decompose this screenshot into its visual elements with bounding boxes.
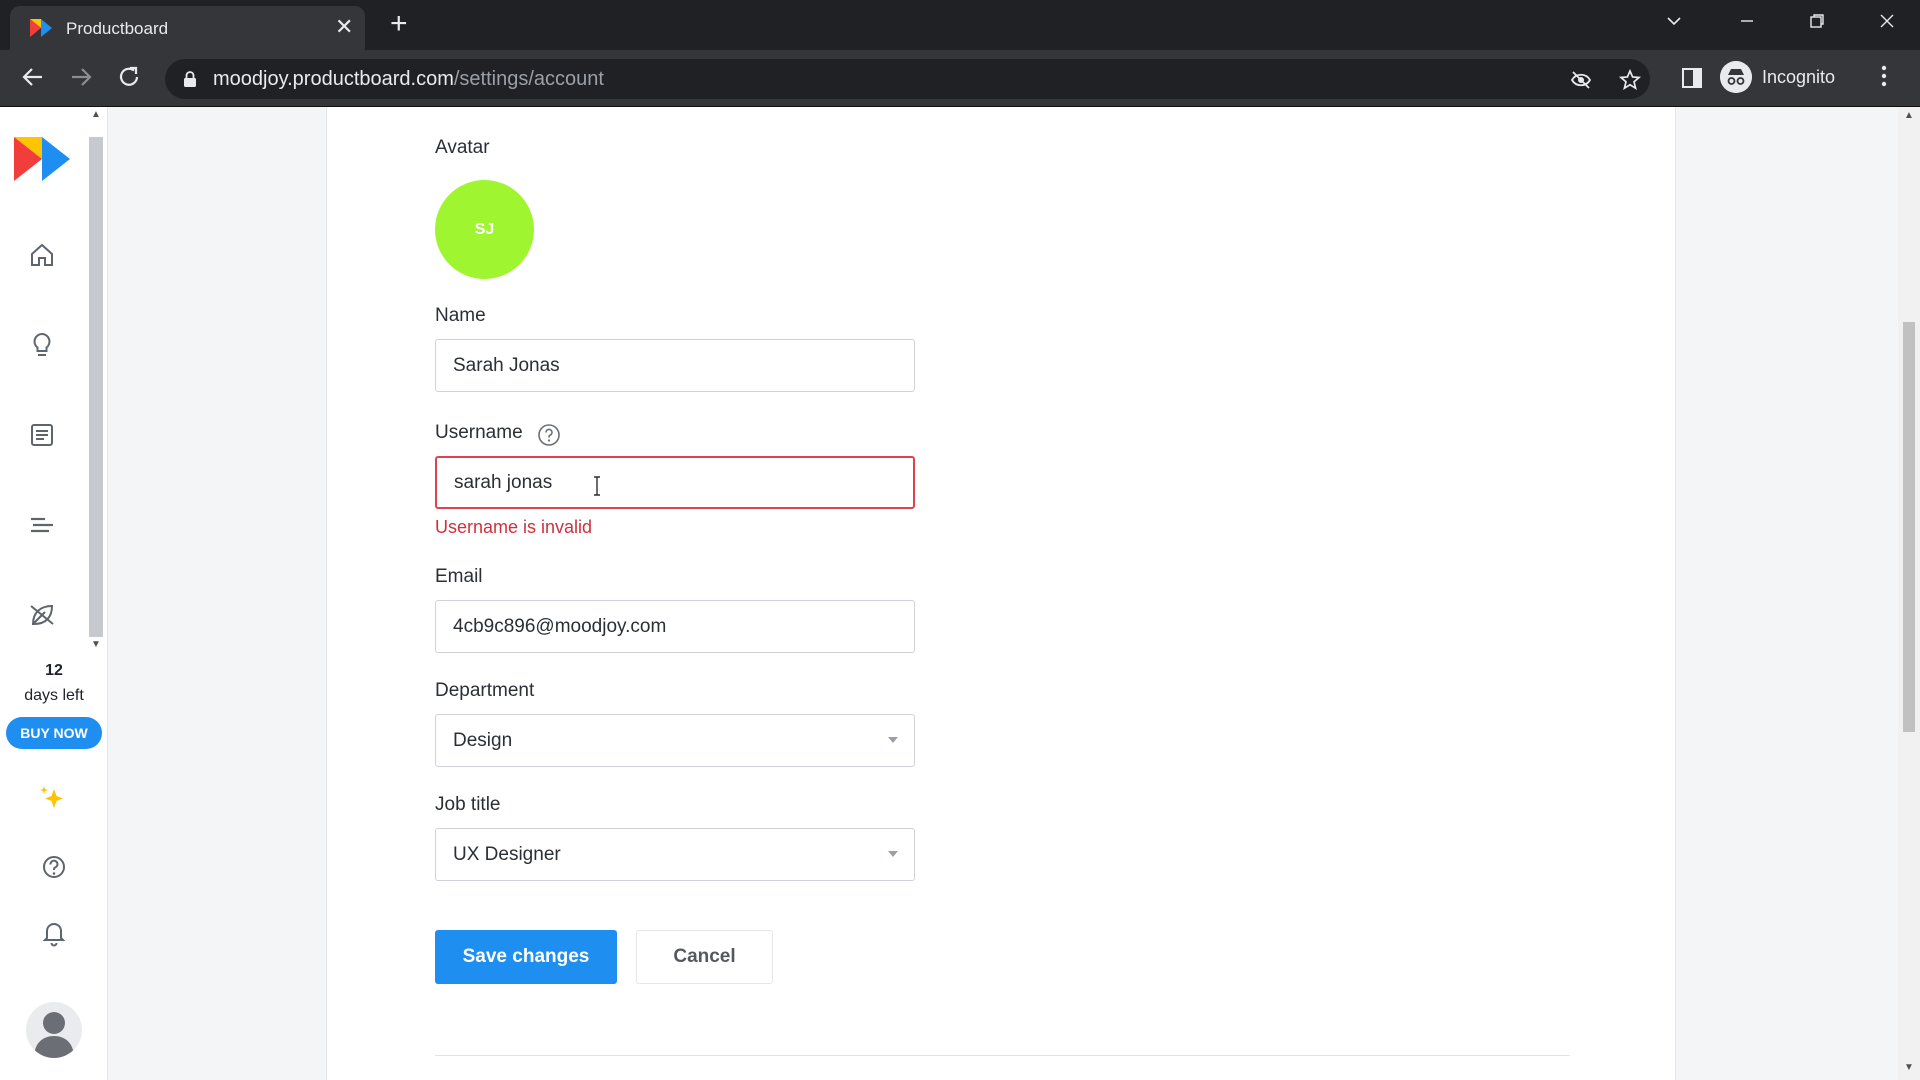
side-panel-icon[interactable] <box>1680 66 1704 90</box>
address-bar[interactable]: moodjoy.productboard.com/settings/accoun… <box>165 59 1650 99</box>
department-select[interactable]: Design <box>435 714 915 767</box>
avatar-label: Avatar <box>435 137 490 158</box>
name-label: Name <box>435 305 486 326</box>
username-error-message: Username is invalid <box>435 517 593 537</box>
browser-menu-icon[interactable] <box>1880 64 1888 88</box>
username-help-icon[interactable] <box>537 423 561 447</box>
url-host: moodjoy.productboard.com <box>213 68 454 90</box>
notifications-bell-icon[interactable] <box>40 919 68 947</box>
username-input-value: sarah jonas <box>454 471 553 493</box>
page-scroll-thumb[interactable] <box>1903 322 1915 732</box>
lock-icon <box>184 71 196 87</box>
job-title-select[interactable]: UX Designer <box>435 828 915 881</box>
minimize-icon[interactable] <box>1738 12 1756 30</box>
bookmark-star-icon[interactable] <box>1618 68 1642 92</box>
trial-days-count: 12 <box>45 662 63 679</box>
email-input-value: 4cb9c896@moodjoy.com <box>453 615 667 637</box>
job-title-label: Job title <box>435 794 501 815</box>
incognito-icon <box>1720 61 1752 93</box>
productboard-logo-icon[interactable] <box>14 137 70 181</box>
nav-scrollbar[interactable]: ▲ ▼ <box>85 107 107 657</box>
close-window-icon[interactable] <box>1878 12 1896 30</box>
email-label: Email <box>435 566 483 587</box>
insights-lightbulb-icon[interactable] <box>28 331 56 359</box>
username-label: Username <box>435 422 523 443</box>
help-icon[interactable] <box>40 853 68 881</box>
profile-avatar[interactable]: SJ <box>435 180 534 279</box>
department-select-value: Design <box>453 729 513 751</box>
name-input[interactable]: Sarah Jonas <box>435 339 915 392</box>
email-input[interactable]: 4cb9c896@moodjoy.com <box>435 600 915 653</box>
job-title-select-value: UX Designer <box>453 843 561 865</box>
page-scrollbar[interactable]: ▲ ▼ <box>1898 107 1920 1080</box>
trial-days-label: days left <box>24 687 84 704</box>
nav-scroll-down-icon[interactable]: ▼ <box>85 639 107 650</box>
username-input[interactable]: sarah jonas <box>435 456 915 509</box>
url-text: moodjoy.productboard.com/settings/accoun… <box>213 68 604 91</box>
portal-leaf-icon[interactable] <box>28 601 56 629</box>
browser-tab-strip: Productboard ✕ + <box>0 0 1920 50</box>
left-navigation: ▲ ▼ 12 days left BUY NOW <box>0 107 108 1080</box>
section-divider <box>435 1055 1570 1056</box>
incognito-indicator[interactable]: Incognito <box>1720 57 1835 97</box>
browser-toolbar: moodjoy.productboard.com/settings/accoun… <box>0 50 1920 107</box>
cancel-button[interactable]: Cancel <box>636 930 773 984</box>
chevron-down-icon <box>888 851 898 857</box>
tab-close-icon[interactable]: ✕ <box>335 15 353 39</box>
home-icon[interactable] <box>28 241 56 269</box>
chevron-down-icon <box>888 737 898 743</box>
save-changes-button[interactable]: Save changes <box>435 930 617 984</box>
reload-icon[interactable] <box>116 64 142 90</box>
nav-scroll-thumb[interactable] <box>89 137 103 637</box>
browser-tab[interactable]: Productboard ✕ <box>10 6 365 50</box>
page-scroll-up-icon[interactable]: ▲ <box>1898 110 1920 121</box>
roadmap-icon[interactable] <box>28 511 56 539</box>
whats-new-sparkle-icon[interactable] <box>38 783 66 811</box>
tracking-eye-off-icon[interactable] <box>1570 69 1592 91</box>
department-label: Department <box>435 680 535 701</box>
user-silhouette-icon <box>34 1012 74 1058</box>
nav-scroll-up-icon[interactable]: ▲ <box>85 109 107 120</box>
new-tab-icon[interactable]: + <box>390 8 408 40</box>
incognito-label: Incognito <box>1762 66 1836 87</box>
name-input-value: Sarah Jonas <box>453 354 560 376</box>
avatar-initials: SJ <box>474 220 495 238</box>
page-scroll-down-icon[interactable]: ▼ <box>1898 1062 1920 1073</box>
tab-search-chevron-icon[interactable] <box>1665 12 1683 30</box>
buy-now-button[interactable]: BUY NOW <box>6 717 102 749</box>
tab-title: Productboard <box>66 19 169 38</box>
back-arrow-icon[interactable] <box>20 64 46 90</box>
user-avatar[interactable] <box>26 1002 82 1058</box>
url-path: /settings/account <box>453 68 604 90</box>
text-cursor-icon <box>594 476 600 496</box>
features-list-icon[interactable] <box>28 421 56 449</box>
forward-arrow-icon[interactable] <box>68 64 94 90</box>
productboard-favicon-icon <box>30 19 52 37</box>
restore-icon[interactable] <box>1808 12 1826 30</box>
